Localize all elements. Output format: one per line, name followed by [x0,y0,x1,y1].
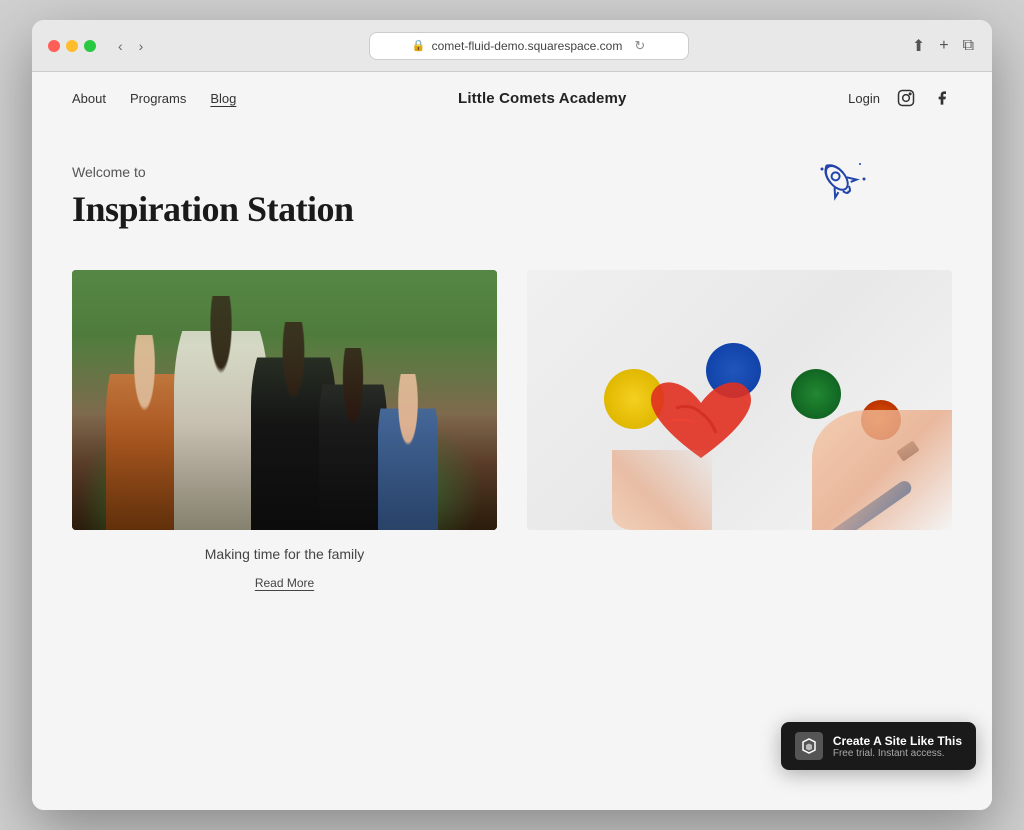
lock-icon: 🔒 [412,39,426,52]
traffic-lights [48,40,96,52]
blog-card-family-title: Making time for the family [82,546,487,562]
nav-about[interactable]: About [72,91,106,106]
squarespace-banner[interactable]: Create A Site Like This Free trial. Inst… [781,722,976,770]
url-text: comet-fluid-demo.squarespace.com [432,39,623,53]
page-content: About Programs Blog Little Comets Academ… [32,72,992,810]
hero-section: Welcome to Inspiration Station [32,124,992,250]
nav-left: About Programs Blog [72,91,236,106]
chrome-right-controls: ⬆ + ⧉ [910,34,976,58]
nav-right: Login [848,88,952,108]
reload-icon[interactable]: ↻ [634,38,645,54]
family-photo [72,270,497,530]
blog-card-art [527,270,952,600]
blog-image-family[interactable] [72,270,497,530]
nav-programs[interactable]: Programs [130,91,186,106]
site-header: About Programs Blog Little Comets Academ… [32,72,992,124]
site-title: Little Comets Academy [458,90,626,107]
minimize-button[interactable] [66,40,78,52]
squarespace-title: Create A Site Like This [833,734,962,748]
blog-image-art[interactable] [527,270,952,530]
login-link[interactable]: Login [848,91,880,106]
back-button[interactable]: ‹ [114,36,127,56]
new-tab-icon[interactable]: + [937,35,950,57]
read-more-family[interactable]: Read More [255,576,314,590]
forward-button[interactable]: › [135,36,148,56]
blog-card-family-caption: Making time for the family Read More [72,530,497,600]
rocket-icon [812,154,872,214]
address-bar: 🔒 comet-fluid-demo.squarespace.com ↻ [159,32,897,60]
url-input[interactable]: 🔒 comet-fluid-demo.squarespace.com ↻ [369,32,689,60]
squarespace-logo [795,732,823,760]
share-icon[interactable]: ⬆ [910,34,927,58]
blog-card-art-caption [527,530,952,554]
instagram-icon[interactable] [896,88,916,108]
windows-icon[interactable]: ⧉ [961,35,976,57]
nav-blog[interactable]: Blog [210,91,236,106]
browser-window: ‹ › 🔒 comet-fluid-demo.squarespace.com ↻… [32,20,992,810]
art-photo [527,270,952,530]
nav-controls: ‹ › [114,36,147,56]
facebook-icon[interactable] [932,88,952,108]
maximize-button[interactable] [84,40,96,52]
squarespace-text: Create A Site Like This Free trial. Inst… [833,734,962,759]
chrome-bar: ‹ › 🔒 comet-fluid-demo.squarespace.com ↻… [32,20,992,72]
close-button[interactable] [48,40,60,52]
squarespace-subtitle: Free trial. Instant access. [833,748,962,759]
blog-card-family: Making time for the family Read More [72,270,497,600]
blog-grid: Making time for the family Read More [32,250,992,640]
